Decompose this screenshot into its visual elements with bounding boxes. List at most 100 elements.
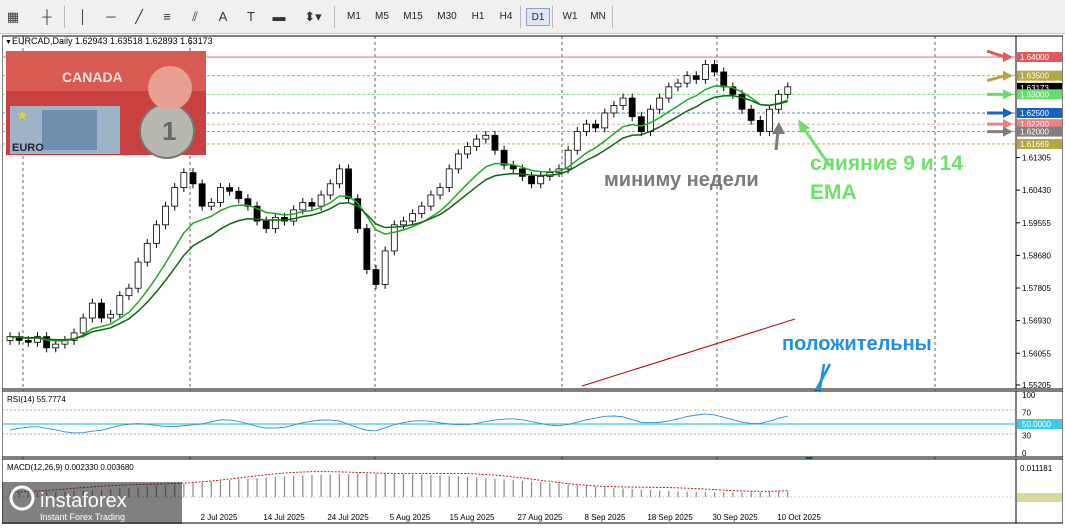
candle (134, 261, 142, 289)
timeframe-m5[interactable]: M5 (370, 8, 394, 26)
text-tool-icon[interactable]: A (212, 7, 234, 27)
candle (665, 86, 673, 99)
candle (500, 149, 508, 166)
date-tick: 2 Jul 2025 (201, 513, 238, 522)
candle (528, 175, 535, 185)
candle (335, 168, 343, 185)
svg-text:▼: ▼ (5, 39, 12, 46)
candle (24, 339, 32, 343)
candle (482, 134, 490, 140)
instaforex-logo: instaforex Instant Forex Trading (2, 482, 182, 524)
candle (637, 116, 645, 133)
candle (702, 64, 709, 80)
candle (98, 302, 105, 319)
fibonacci-icon[interactable]: ≡ (156, 7, 178, 27)
channel-icon[interactable]: ⫽ (184, 7, 206, 27)
price-tick: 1.61305 (1022, 154, 1051, 163)
label-tool-icon[interactable]: T (240, 7, 262, 27)
candle (207, 202, 215, 207)
candle (573, 131, 581, 151)
macd-header: MACD(12,26,9) 0.002330 0.003680 (7, 463, 134, 472)
date-tick: 27 Aug 2025 (518, 513, 563, 522)
candle (189, 172, 197, 185)
candle (88, 302, 96, 319)
chart-window[interactable]: 1 CANADA EURO ★ EURCAD,Daily 1.62943 1.6… (1, 34, 1064, 524)
currency-thumbnail: 1 CANADA EURO ★ (6, 51, 206, 159)
candle (436, 187, 444, 196)
date-tick: 24 Jul 2025 (327, 513, 369, 522)
candle (143, 243, 151, 263)
candle (491, 134, 499, 151)
candle (235, 190, 243, 200)
candle (372, 269, 380, 285)
timeframe-m30[interactable]: M30 (432, 8, 462, 26)
candle (198, 183, 206, 207)
candle (125, 287, 133, 297)
timeframe-h1[interactable]: H1 (466, 8, 490, 26)
trend-line-icon[interactable]: ╱ (128, 7, 150, 27)
candle (747, 108, 755, 121)
price-tick: 1.55205 (1022, 381, 1051, 390)
date-tick: 8 Sep 2025 (585, 513, 626, 522)
price-tick: 1.56930 (1022, 317, 1051, 326)
annotation-week-min: миниму недели (604, 169, 759, 191)
chart-header: EURCAD,Daily 1.62943 1.63518 1.62893 1.6… (12, 36, 213, 46)
horizontal-line-icon[interactable]: ─ (100, 7, 122, 27)
candle (464, 146, 471, 155)
date-tick: 30 Sep 2025 (712, 513, 758, 522)
svg-text:1: 1 (162, 116, 176, 146)
candle (171, 187, 179, 207)
candle (647, 108, 654, 133)
candle (381, 250, 389, 285)
vertical-line-icon[interactable]: │ (72, 7, 94, 27)
chart-grid-icon[interactable]: ▦ (2, 7, 24, 27)
date-tick: 5 Aug 2025 (390, 513, 431, 522)
candle (400, 220, 407, 226)
candle (79, 317, 87, 334)
date-tick: 15 Aug 2025 (450, 513, 495, 522)
candle (537, 175, 545, 185)
candle (418, 205, 426, 215)
candle (409, 213, 417, 222)
candle (326, 183, 334, 196)
price-level-label: 1.63500 (1020, 72, 1049, 81)
rsi-tick: 30 (1022, 432, 1031, 441)
candle (445, 168, 453, 188)
candle (583, 123, 590, 133)
candle (299, 202, 307, 211)
candle (217, 187, 224, 203)
candle (473, 138, 481, 147)
toolbar: ▦ ┼ │ ─ ╱ ≡ ⫽ A T ▬ ⬍▾ M1 M5 M15 M30 H1 H4 D1 W… (0, 0, 1065, 34)
candle (720, 71, 728, 88)
candle (107, 313, 115, 319)
timeframe-m1[interactable]: M1 (342, 8, 366, 26)
shapes-icon[interactable]: ⬍▾ (302, 7, 324, 27)
candle (454, 153, 462, 170)
candle (656, 97, 664, 110)
candle (674, 82, 682, 88)
candle (390, 224, 398, 252)
timeframe-d1[interactable]: D1 (526, 8, 550, 26)
candle (610, 105, 618, 114)
candle (683, 75, 691, 84)
rsi-header: RSI(14) 55.7774 (7, 395, 66, 404)
candle (180, 172, 188, 188)
candle (766, 108, 773, 133)
price-level-label: 1.62000 (1020, 128, 1049, 137)
rsi-tick: 0 (1022, 449, 1027, 458)
timeframe-m15[interactable]: M15 (398, 8, 428, 26)
price-tick: 1.57805 (1022, 284, 1051, 293)
timeframe-h4[interactable]: H4 (494, 8, 518, 26)
price-tick: 1.60430 (1022, 186, 1051, 195)
candle (519, 168, 526, 177)
crosshair-icon[interactable]: ┼ (36, 7, 58, 27)
rectangle-icon[interactable]: ▬ (268, 7, 290, 27)
timeframe-mn[interactable]: MN (586, 8, 610, 26)
rsi-tick: 70 (1022, 408, 1031, 417)
svg-text:★: ★ (16, 107, 29, 123)
candle (271, 216, 279, 229)
candle (628, 97, 636, 118)
timeframe-w1[interactable]: W1 (558, 8, 582, 26)
candle (226, 187, 234, 192)
svg-text:EURO: EURO (12, 142, 44, 154)
